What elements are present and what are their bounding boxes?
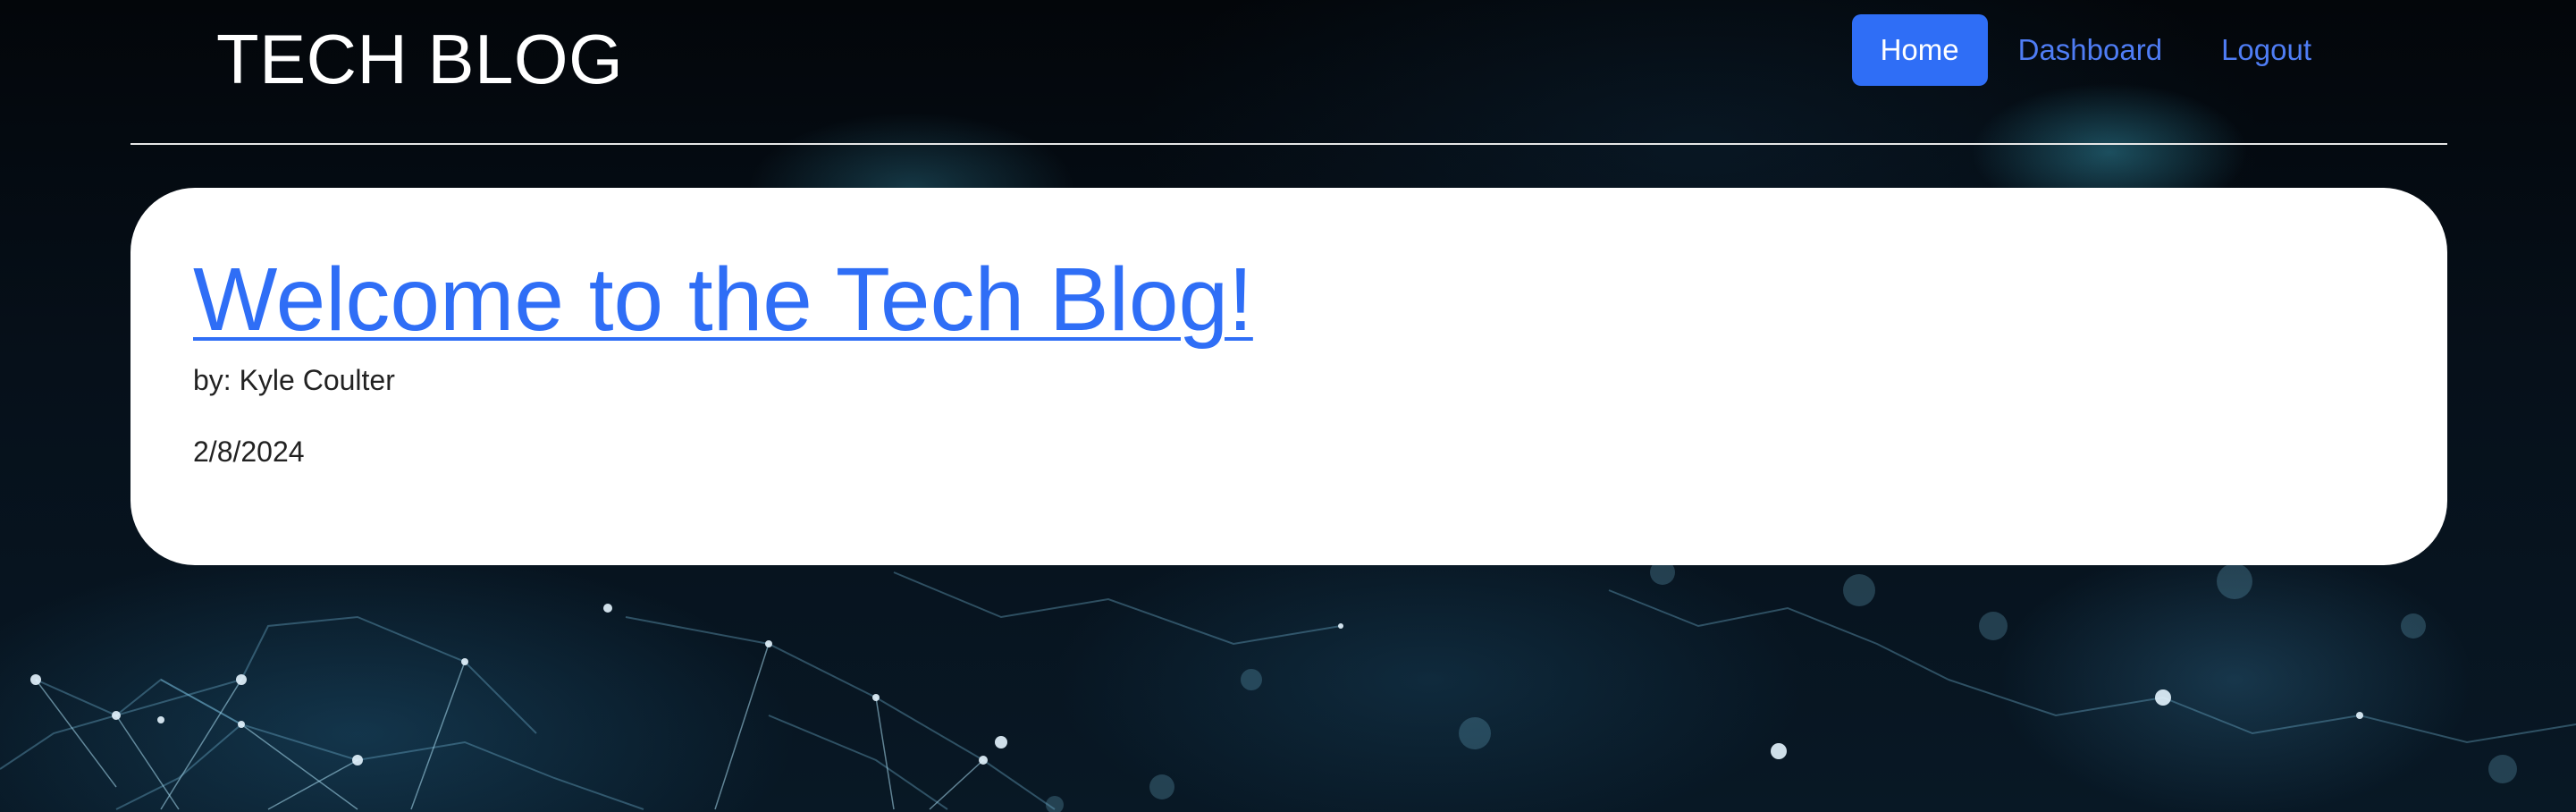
site-brand: TECH BLOG [216, 20, 624, 98]
site-header: TECH BLOG Home Dashboard Logout [0, 0, 2576, 143]
main-nav: Home Dashboard Logout [1850, 14, 2340, 86]
nav-home-link[interactable]: Home [1851, 14, 1988, 86]
post-author: by: Kyle Coulter [193, 364, 395, 396]
nav-logout-link[interactable]: Logout [2193, 14, 2340, 86]
nav-dashboard-link[interactable]: Dashboard [1990, 14, 2191, 86]
post-date: 2/8/2024 [193, 436, 305, 468]
header-divider [130, 143, 2447, 145]
post-card: Welcome to the Tech Blog! by: Kyle Coult… [130, 188, 2447, 565]
post-title-link[interactable]: Welcome to the Tech Blog! [193, 250, 1253, 349]
